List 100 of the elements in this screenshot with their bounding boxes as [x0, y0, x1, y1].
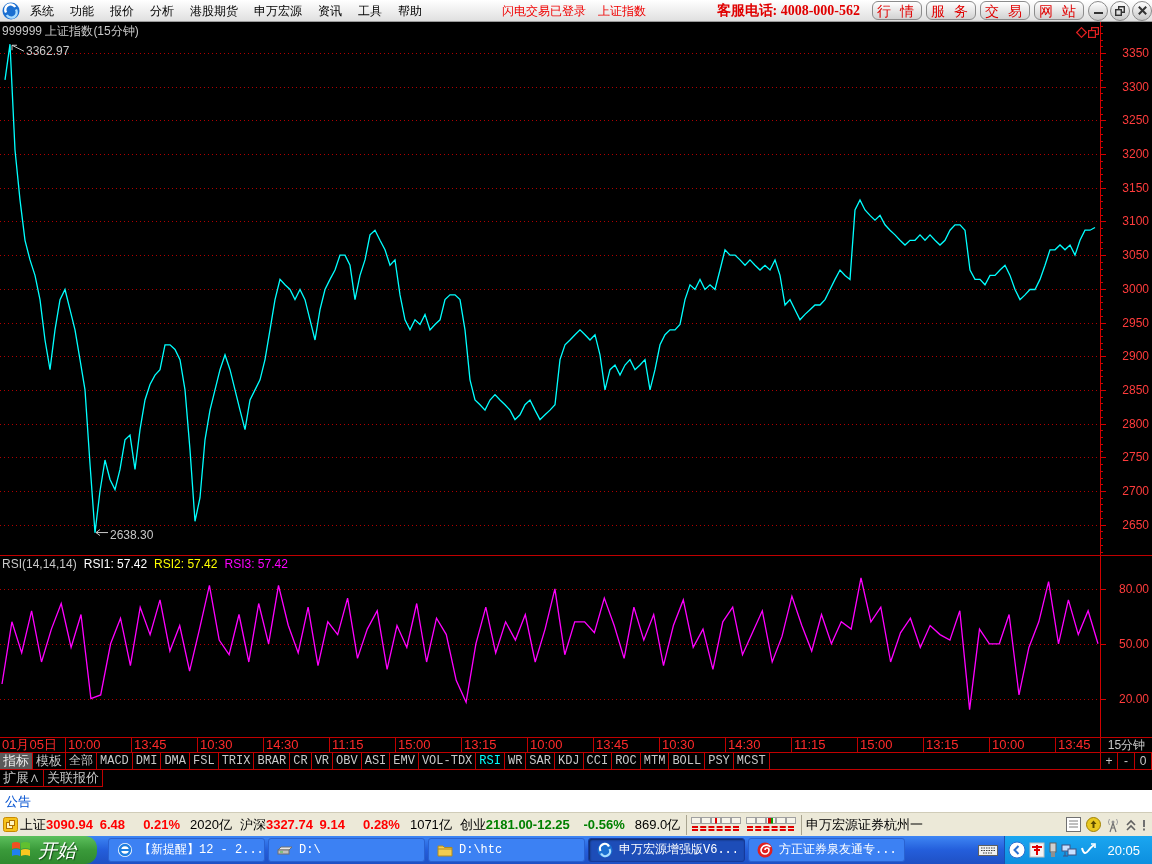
indicator-tab[interactable]: ASI [361, 753, 391, 769]
index-amount: 869.0亿 [634, 818, 681, 831]
chart-title: 999999 上证指数(15分钟) [2, 25, 139, 37]
minimize-icon [1093, 12, 1103, 14]
indicator-tab[interactable]: TRIX [218, 753, 255, 769]
indicator-tab[interactable]: CR [290, 753, 312, 769]
mode-tab[interactable]: 模板 [33, 753, 66, 769]
menu-item[interactable]: 资讯 [310, 0, 350, 22]
keyboard-icon[interactable] [978, 843, 999, 857]
index-amount: 1071亿 [409, 818, 452, 831]
axis-label: 3200 [1122, 147, 1149, 162]
taskbar-button[interactable]: D:\ [268, 838, 425, 862]
period-label: 15分钟 [1100, 738, 1152, 752]
indicator-tab[interactable]: 全部 [66, 753, 97, 769]
indicator-tab[interactable]: RSI [476, 753, 505, 769]
indicator-tab[interactable]: ROC [612, 753, 641, 769]
time-label: 15:00 [858, 738, 924, 752]
indicator-tab[interactable]: KDJ [554, 753, 584, 769]
toolbar-button[interactable]: 服 务 [926, 1, 976, 20]
menu-item[interactable]: 工具 [350, 0, 390, 22]
taskbar-button[interactable]: 方正证券泉友通专... [748, 838, 905, 862]
chevron-left-icon[interactable] [1008, 841, 1027, 859]
restore-button[interactable] [1110, 0, 1130, 21]
indicator-tab[interactable]: FSL [190, 753, 219, 769]
zoom-button[interactable]: 0 [1135, 753, 1152, 769]
overlapping-squares-icon[interactable] [1088, 27, 1099, 38]
axis-label: 3100 [1122, 214, 1149, 229]
toolbar-button[interactable]: 网 站 [1034, 1, 1084, 20]
time-label: 11:15 [330, 738, 396, 752]
start-button[interactable]: 开始 [0, 836, 97, 864]
legend-label: RSI2: 57.42 [154, 558, 218, 570]
indicator-tab[interactable]: CCI [583, 753, 613, 769]
network-icon[interactable] [1061, 842, 1078, 858]
toolbar-button[interactable]: 行 情 [872, 1, 922, 20]
indicator-tab[interactable]: BOLL [669, 753, 706, 769]
antenna-icon[interactable] [1106, 816, 1120, 833]
axis-label: 2950 [1122, 315, 1149, 330]
minimize-button[interactable] [1088, 0, 1108, 21]
time-label: 11:15 [792, 738, 858, 752]
time-label: 10:00 [990, 738, 1056, 752]
taskbar-button[interactable]: 申万宏源增强版V6... [588, 838, 745, 862]
hotline-text: 客服电话: 4008-000-562 [716, 1, 860, 20]
mode-tab[interactable]: 指标 [0, 753, 33, 769]
legend-label: RSI1: 57.42 [83, 558, 148, 570]
zoom-button[interactable]: - [1118, 753, 1135, 769]
axis-label: 3000 [1122, 281, 1149, 296]
axis-label: 2700 [1122, 484, 1149, 498]
status-text: 上证指数 [598, 2, 646, 20]
indicator-tab[interactable]: VR [311, 753, 334, 769]
time-label: 14:30 [264, 738, 330, 752]
menu-item[interactable]: 报价 [102, 0, 142, 22]
notice-label: 公告 [5, 794, 31, 808]
indicator-tab[interactable]: EMV [390, 753, 419, 769]
close-button[interactable] [1132, 0, 1152, 21]
menu-item[interactable]: 功能 [62, 0, 102, 22]
axis-label: 2650 [1122, 517, 1149, 532]
cross-tile-icon[interactable] [1029, 842, 1046, 858]
indicator-tab[interactable]: SAR [526, 753, 555, 769]
time-label: 13:45 [132, 738, 198, 752]
level-meter-icon [691, 817, 743, 832]
logo-icon [2, 1, 20, 20]
usb-icon[interactable] [1048, 842, 1059, 858]
index-percent: 0.21% [142, 818, 180, 831]
indicator-tab[interactable]: WR [504, 753, 527, 769]
indicator-tab[interactable]: DMA [161, 753, 191, 769]
taskbar-button[interactable]: D:\htc [428, 838, 585, 862]
double-chevron-up-icon[interactable] [1125, 817, 1137, 832]
close-icon [1137, 6, 1147, 15]
menu-item[interactable]: 港股期货 [182, 0, 246, 22]
indicator-tab[interactable]: MACD [97, 753, 133, 769]
indicator-tab[interactable]: PSY [705, 753, 734, 769]
menu-item[interactable]: 系统 [22, 0, 62, 22]
menu-item[interactable]: 分析 [142, 0, 182, 22]
indicator-tab[interactable]: BRAR [254, 753, 291, 769]
menu-item[interactable]: 申万宏源 [246, 0, 310, 22]
time-label: 01月05日 [0, 738, 66, 752]
indicator-tab[interactable]: VOL-TDX [418, 753, 477, 769]
axis-label: 3150 [1122, 180, 1149, 195]
exclamation-icon[interactable] [1142, 818, 1146, 831]
indicator-tab[interactable]: DMI [132, 753, 162, 769]
index-change: -12.25 [532, 818, 570, 831]
time-label: 10:00 [66, 738, 132, 752]
axis-label: 3250 [1122, 113, 1149, 128]
index-price: 3327.74 [265, 818, 313, 831]
panel-button[interactable]: 关联报价 [44, 770, 103, 787]
taskbar-button[interactable]: 【新提醒】12 - 2... [108, 838, 265, 862]
index-amount: 2020亿 [190, 818, 232, 831]
zoom-button[interactable]: + [1101, 753, 1118, 769]
axis-label: 3300 [1122, 79, 1149, 94]
stacked-squares-icon[interactable] [3, 817, 18, 832]
indicator-tab[interactable]: MTM [640, 753, 670, 769]
list-icon[interactable] [1066, 817, 1081, 832]
toolbar-button[interactable]: 交 易 [980, 1, 1030, 20]
indicator-tab[interactable]: OBV [333, 753, 362, 769]
menu-item[interactable]: 帮助 [390, 0, 430, 22]
diamond-icon[interactable] [1076, 27, 1087, 38]
annotation-label: 3362.97 [26, 44, 70, 59]
panel-button[interactable]: 扩展∧ [0, 770, 44, 787]
time-label: 10:30 [660, 738, 726, 752]
indicator-tab[interactable]: MCST [733, 753, 770, 769]
